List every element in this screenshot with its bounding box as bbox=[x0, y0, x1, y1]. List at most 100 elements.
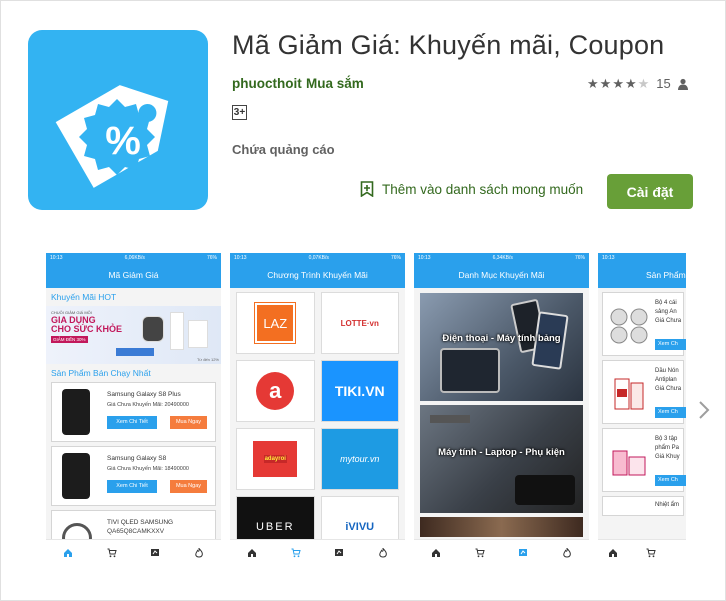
promo-icon[interactable] bbox=[150, 548, 160, 558]
product-card[interactable]: Bộ 3 tập phẩm Pa Giá Khuy Xem Ch bbox=[602, 428, 686, 492]
product-card[interactable]: Dầu Nón Antiplan Giá Chưa Xem Ch bbox=[602, 360, 686, 424]
shop-tile-adayroi[interactable]: adayroi bbox=[236, 428, 315, 490]
status-time: 10:13 bbox=[50, 255, 63, 261]
appliance-image bbox=[142, 316, 164, 342]
status-bar: 10:13 6,06KB/s 76% bbox=[46, 253, 221, 263]
next-screenshot-icon[interactable] bbox=[697, 399, 711, 421]
view-detail-button[interactable]: Xem Ch bbox=[655, 407, 686, 418]
view-detail-button[interactable]: Xem Ch bbox=[655, 339, 686, 350]
shop-tile-lazada[interactable]: LAZ bbox=[236, 292, 315, 354]
home-icon[interactable] bbox=[247, 548, 257, 558]
section-title-hot: Khuyến Mãi HOT bbox=[51, 292, 117, 302]
product-price: Giá Chưa Khuyến Mãi: 18490000 bbox=[107, 466, 189, 472]
cart-icon[interactable] bbox=[475, 548, 485, 558]
product-text: Bộ 3 tập phẩm Pa Giá Khuy bbox=[655, 436, 680, 460]
lazada-logo: LAZ bbox=[254, 302, 297, 344]
hot-icon[interactable] bbox=[378, 548, 388, 558]
app-bar-title: Chương Trình Khuyến Mãi bbox=[230, 263, 405, 288]
product-name: TIVI QLED SAMSUNG bbox=[107, 519, 174, 526]
add-to-wishlist-button[interactable]: Thêm vào danh sách mong muốn bbox=[360, 181, 583, 197]
mytour-logo: mytour.vn bbox=[340, 454, 380, 464]
appliance-image bbox=[188, 320, 208, 348]
shop-tile-tiki[interactable]: TIKI.VN bbox=[320, 360, 399, 422]
buy-now-button[interactable]: Mua Ngay bbox=[170, 480, 207, 493]
ivivu-logo: iVIVU bbox=[345, 521, 375, 533]
phone-image bbox=[62, 389, 90, 435]
promo-icon[interactable] bbox=[334, 548, 344, 558]
category-tile-laptops[interactable]: Máy tính - Laptop - Phụ kiện bbox=[420, 405, 583, 513]
coupon-tag-icon: % bbox=[55, 85, 169, 188]
status-bar: 10:13 0,07KB/s 76% bbox=[230, 253, 405, 263]
person-icon bbox=[677, 78, 688, 90]
product-card[interactable]: Nhiệt ẩm bbox=[602, 496, 684, 516]
app-bar-title: Sản Phẩm bbox=[598, 263, 686, 288]
shop-tile-adayroi-a[interactable]: a bbox=[236, 360, 315, 422]
cable-image bbox=[430, 415, 470, 423]
appliance-image bbox=[116, 348, 154, 356]
view-detail-button[interactable]: Xem Ch bbox=[655, 475, 686, 486]
view-detail-button[interactable]: Xem Chi Tiết bbox=[107, 480, 157, 493]
product-text: Dầu Nón Antiplan Giá Chưa bbox=[655, 368, 682, 392]
home-icon[interactable] bbox=[431, 548, 441, 558]
product-price: Giá Chưa Khuyến Mãi: 20490000 bbox=[107, 402, 189, 408]
banner-discount-tag: GIẢM ĐẾN 30% bbox=[51, 336, 88, 343]
screenshot-home[interactable]: 10:13 6,06KB/s 76% Mã Giảm Giá Khuyến Mã… bbox=[46, 253, 221, 566]
cart-icon[interactable] bbox=[291, 548, 301, 558]
screenshot-promotions[interactable]: 10:13 0,07KB/s 76% Chương Trình Khuyến M… bbox=[230, 253, 405, 566]
adapter-image bbox=[515, 475, 575, 505]
product-card[interactable]: Bộ 4 cái sảng An Giá Chưa Xem Ch bbox=[602, 292, 686, 356]
oil-bottle-image bbox=[614, 378, 644, 410]
home-icon[interactable] bbox=[608, 548, 618, 558]
product-name: Samsung Galaxy S8 Plus bbox=[107, 391, 181, 398]
tiki-logo: TIKI.VN bbox=[334, 383, 385, 399]
category-link[interactable]: Mua sắm bbox=[306, 76, 364, 91]
appliance-image bbox=[170, 312, 184, 350]
product-name: Samsung Galaxy S8 bbox=[107, 455, 167, 462]
view-detail-button[interactable]: Xem Chi Tiết bbox=[107, 416, 157, 429]
content-rating-badge: 3+ bbox=[232, 105, 247, 120]
status-time: 10:13 bbox=[418, 255, 431, 261]
cart-icon[interactable] bbox=[107, 548, 117, 558]
product-text: Bộ 4 cái sảng An Giá Chưa bbox=[655, 300, 682, 324]
svg-text:%: % bbox=[105, 119, 141, 163]
hot-icon[interactable] bbox=[194, 548, 204, 558]
status-bar: 10:13 bbox=[598, 253, 686, 263]
rating-count: 15 bbox=[656, 76, 671, 91]
status-net: 6,06KB/s bbox=[124, 255, 145, 261]
banner-corner-text: Từ đến 12% bbox=[196, 357, 219, 362]
hot-icon[interactable] bbox=[562, 548, 572, 558]
status-net: 0,07KB/s bbox=[308, 255, 329, 261]
bottom-nav bbox=[46, 539, 221, 566]
buy-now-button[interactable]: Mua Ngay bbox=[170, 416, 207, 429]
rating-summary[interactable]: ★ ★ ★ ★ ★ 15 bbox=[587, 76, 689, 91]
app-title: Mã Giảm Giá: Khuyến mãi, Coupon bbox=[232, 30, 665, 60]
cart-icon[interactable] bbox=[646, 548, 656, 558]
shop-grid: LAZ LOTTE·vn a TIKI.VN adayroi mytour.vn… bbox=[230, 288, 405, 562]
home-icon[interactable] bbox=[63, 548, 73, 558]
promo-banner: CHUỖI GIẢM GIÁ MỖI GIA DỤNG CHO SỨC KHỎE… bbox=[46, 306, 221, 364]
screenshot-products[interactable]: 10:13 Sản Phẩm Bộ 4 cái sảng An Giá Chưa X… bbox=[598, 253, 686, 566]
status-battery: 76% bbox=[574, 255, 585, 261]
shop-tile-lotte[interactable]: LOTTE·vn bbox=[320, 292, 399, 354]
app-bar-title: Mã Giảm Giá bbox=[46, 263, 221, 288]
developer-link[interactable]: phuocthoit bbox=[232, 76, 302, 91]
shop-tile-mytour[interactable]: mytour.vn bbox=[320, 428, 399, 490]
category-tile-phones[interactable]: Điện thoại - Máy tính bảng bbox=[420, 293, 583, 401]
star-icon: ★ bbox=[624, 75, 637, 91]
section-title-best: Sản Phẩm Bán Chạy Nhất bbox=[51, 368, 151, 378]
cosmetic-image bbox=[612, 450, 646, 476]
category-tile-more[interactable] bbox=[420, 517, 583, 537]
category-label: Điện thoại - Máy tính bảng bbox=[442, 333, 561, 344]
product-card[interactable]: Samsung Galaxy S8 Giá Chưa Khuyến Mãi: 1… bbox=[51, 446, 216, 506]
status-net: 6,34KB/s bbox=[492, 255, 513, 261]
status-bar: 10:13 6,34KB/s 76% bbox=[414, 253, 589, 263]
install-button[interactable]: Cài đặt bbox=[607, 174, 693, 209]
category-label: Máy tính - Laptop - Phụ kiện bbox=[438, 447, 565, 458]
promo-icon[interactable] bbox=[518, 548, 528, 558]
screenshot-categories[interactable]: 10:13 6,34KB/s 76% Danh Mục Khuyến Mãi Đ… bbox=[414, 253, 589, 566]
ads-notice: Chứa quảng cáo bbox=[232, 142, 335, 157]
star-icon: ★ bbox=[612, 75, 624, 91]
banner-line-2: CHO SỨC KHỎE bbox=[51, 324, 122, 334]
banner-headline: GIA DỤNG CHO SỨC KHỎE bbox=[51, 316, 122, 334]
product-card[interactable]: Samsung Galaxy S8 Plus Giá Chưa Khuyến M… bbox=[51, 382, 216, 442]
